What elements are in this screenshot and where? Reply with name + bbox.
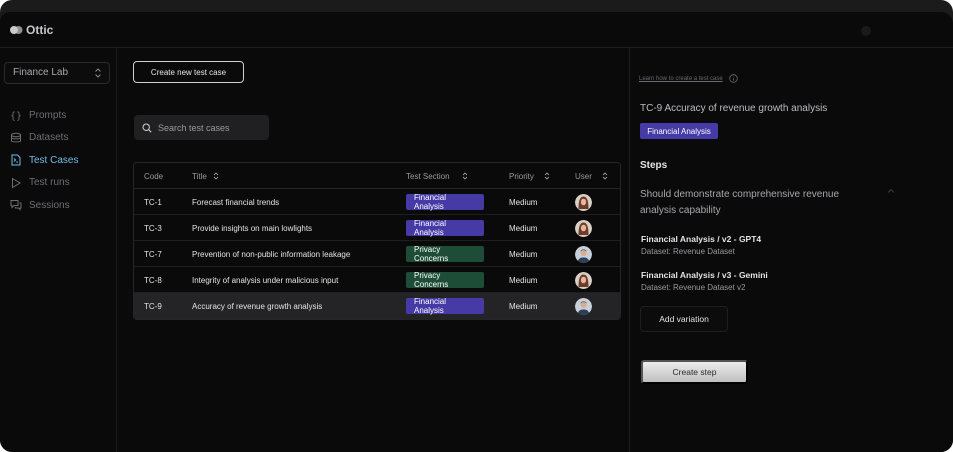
variation-item[interactable]: Financial Analysis / v3 - Gemini Dataset… — [641, 270, 891, 292]
column-header-label: Code — [144, 171, 164, 181]
learn-how-link-label: Learn how to create a test case — [639, 75, 723, 82]
sidebar-item-test-cases[interactable]: Test Cases — [10, 149, 114, 172]
column-header-code: Code — [144, 163, 163, 189]
chevron-up-down-icon — [95, 68, 101, 78]
window-frame: Ottic Finance Lab {} Prompts Datasets Te… — [0, 0, 953, 452]
sidebar-item-label: Sessions — [29, 199, 70, 211]
database-icon — [10, 132, 22, 144]
workspace-select[interactable]: Finance Lab — [4, 62, 110, 84]
play-icon — [10, 177, 22, 189]
search-input[interactable] — [158, 122, 268, 133]
row-code: TC-8 — [144, 275, 162, 285]
sidebar-item-label: Prompts — [29, 109, 67, 121]
braces-icon: {} — [10, 109, 22, 121]
column-header-section[interactable]: Test Section — [406, 163, 468, 189]
column-header-label: Title — [192, 171, 207, 181]
column-header-label: User — [575, 171, 592, 181]
test-case-title: TC-9 Accuracy of revenue growth analysis — [640, 103, 828, 114]
row-priority: Medium — [509, 301, 538, 311]
variation-name: Financial Analysis / v2 - GPT4 — [641, 234, 762, 244]
create-test-case-button[interactable]: Create new test case — [133, 61, 244, 83]
sidebar-item-label: Datasets — [29, 132, 69, 144]
sidebar: Finance Lab {} Prompts Datasets Test Cas… — [0, 48, 117, 452]
section-badge: Financial Analysis — [406, 219, 484, 237]
test-cases-table: Code Title Test Section Priority User TC… — [133, 162, 621, 320]
variation-dataset: Dataset: Revenue Dataset — [641, 247, 735, 256]
row-priority: Medium — [509, 197, 538, 207]
section-badge: Privacy Concerns — [406, 271, 484, 289]
section-badge: Financial Analysis — [406, 193, 484, 211]
table-header: Code Title Test Section Priority User — [134, 163, 620, 189]
sidebar-item-sessions[interactable]: Sessions — [10, 194, 114, 217]
column-header-label: Priority — [509, 171, 534, 181]
column-header-title[interactable]: Title — [192, 163, 219, 189]
sidebar-item-prompts[interactable]: {} Prompts — [10, 104, 114, 127]
app-name: Ottic — [26, 23, 54, 37]
search-icon — [142, 122, 152, 133]
sort-icon[interactable] — [544, 172, 550, 180]
row-title: Accuracy of revenue growth analysis — [192, 301, 323, 311]
table-row[interactable]: TC-7 Prevention of non-public informatio… — [134, 241, 620, 267]
svg-text:{}: {} — [10, 111, 22, 121]
learn-how-link[interactable]: Learn how to create a test case — [639, 74, 738, 83]
female-avatar-icon — [575, 271, 592, 289]
row-code: TC-7 — [144, 249, 162, 259]
add-variation-button[interactable]: Add variation — [640, 306, 728, 332]
sort-icon[interactable] — [602, 172, 608, 180]
step-description: Should demonstrate comprehensive revenue… — [640, 189, 840, 216]
section-badge: Financial Analysis — [406, 297, 484, 315]
row-priority: Medium — [509, 249, 538, 259]
row-title: Integrity of analysis under malicious in… — [192, 275, 339, 285]
sidebar-item-datasets[interactable]: Datasets — [10, 127, 114, 150]
row-title: Forecast financial trends — [192, 197, 280, 207]
chevron-up-icon[interactable] — [886, 187, 896, 195]
main-content: Create new test case Code Title Test Se — [118, 48, 628, 452]
column-header-priority[interactable]: Priority — [509, 163, 550, 189]
table-row-selected[interactable]: TC-9 Accuracy of revenue growth analysis… — [134, 293, 620, 319]
steps-heading: Steps — [640, 160, 668, 171]
app-logo[interactable]: Ottic — [10, 23, 53, 37]
row-code: TC-3 — [144, 223, 162, 233]
female-avatar-icon — [575, 219, 592, 237]
workspace-label: Finance Lab — [13, 67, 69, 78]
female-avatar-icon — [575, 193, 592, 211]
variation-name: Financial Analysis / v3 - Gemini — [641, 270, 768, 280]
window-control[interactable] — [861, 26, 871, 36]
male-avatar-icon — [575, 297, 592, 315]
top-bar: Ottic — [0, 12, 953, 48]
ottic-logo-icon — [10, 26, 23, 34]
table-body: TC-1 Forecast financial trends Financial… — [134, 189, 620, 319]
table-row[interactable]: TC-3 Provide insights on main lowlights … — [134, 215, 620, 241]
sidebar-nav: {} Prompts Datasets Test Cases Test runs… — [10, 104, 114, 217]
row-priority: Medium — [509, 223, 538, 233]
info-icon[interactable] — [729, 74, 738, 83]
chat-icon — [10, 199, 22, 211]
app-window: Ottic Finance Lab {} Prompts Datasets Te… — [0, 12, 953, 452]
create-step-button[interactable]: Create step — [641, 360, 748, 384]
row-title: Prevention of non-public information lea… — [192, 249, 351, 259]
row-priority: Medium — [509, 275, 538, 285]
row-title: Provide insights on main lowlights — [192, 223, 313, 233]
sidebar-item-label: Test Cases — [29, 154, 79, 166]
sort-icon[interactable] — [213, 172, 219, 180]
table-row[interactable]: TC-8 Integrity of analysis under malicio… — [134, 267, 620, 293]
section-badge: Privacy Concerns — [406, 245, 484, 263]
column-header-label: Test Section — [406, 171, 450, 181]
sort-icon[interactable] — [462, 172, 468, 180]
sidebar-item-test-runs[interactable]: Test runs — [10, 172, 114, 195]
test-case-detail-panel: Learn how to create a test case TC-9 Acc… — [629, 48, 953, 452]
row-code: TC-9 — [144, 301, 162, 311]
row-code: TC-1 — [144, 197, 162, 207]
column-header-user[interactable]: User — [575, 163, 608, 189]
section-badge: Financial Analysis — [640, 123, 718, 139]
sidebar-item-label: Test runs — [29, 177, 70, 189]
search-box[interactable] — [134, 115, 269, 140]
variation-dataset: Dataset: Revenue Dataset v2 — [641, 283, 746, 292]
variation-item[interactable]: Financial Analysis / v2 - GPT4 Dataset: … — [641, 234, 891, 256]
male-avatar-icon — [575, 245, 592, 263]
table-row[interactable]: TC-1 Forecast financial trends Financial… — [134, 189, 620, 215]
test-file-icon — [10, 154, 22, 166]
